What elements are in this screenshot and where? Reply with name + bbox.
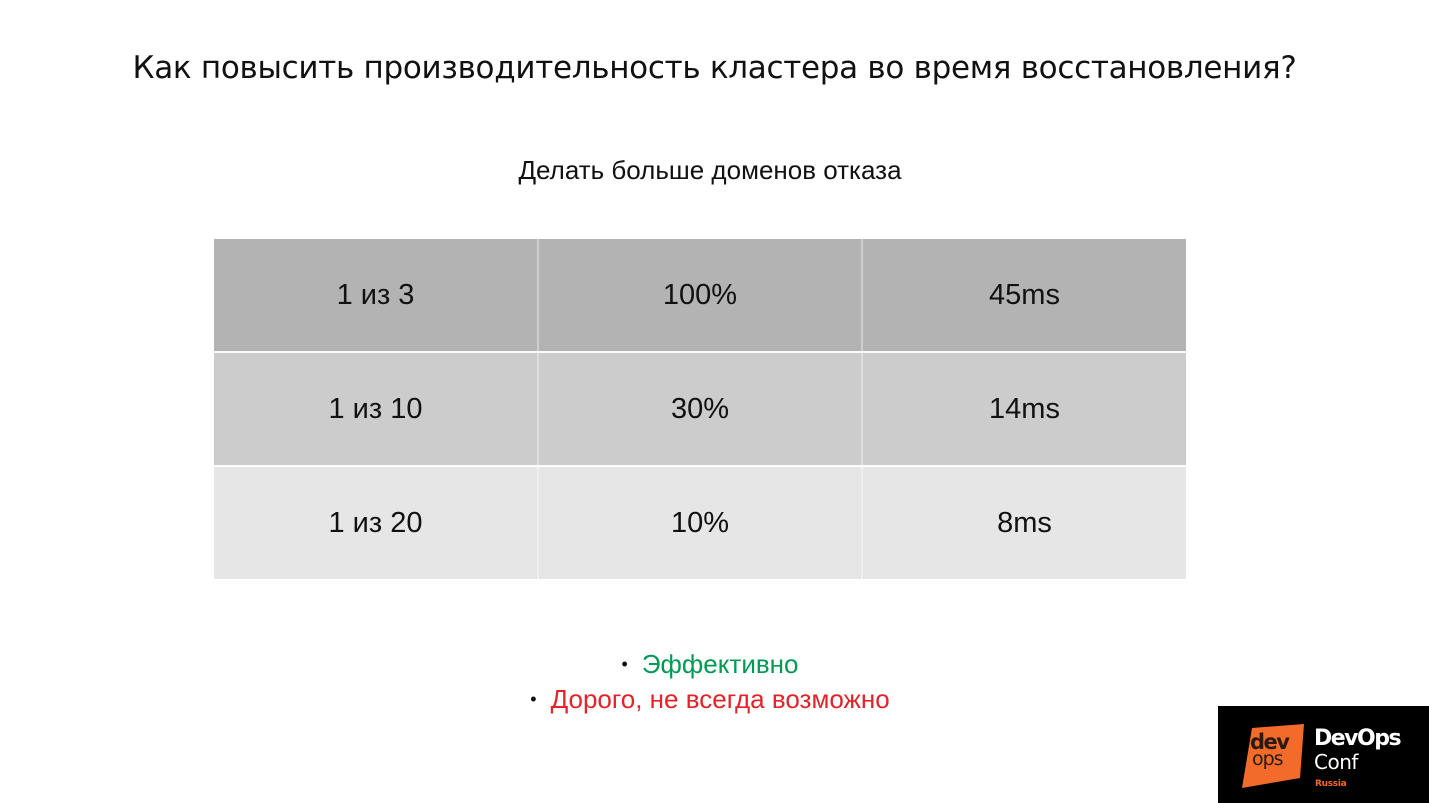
table-cell-percent: 30% bbox=[538, 352, 863, 467]
table-row: 1 из 10 30% 14ms bbox=[214, 352, 1186, 467]
table-cell-domains: 1 из 10 bbox=[214, 352, 539, 467]
table-row: 1 из 3 100% 45ms bbox=[214, 239, 1186, 353]
failure-domain-table: 1 из 3 100% 45ms 1 из 10 30% 14ms 1 из 2… bbox=[214, 239, 1186, 579]
logo-conf: Conf bbox=[1314, 750, 1358, 774]
bullet-text-expensive: Дорого, не всегда возможно bbox=[550, 684, 890, 714]
slide-title: Как повысить производительность кластера… bbox=[132, 50, 1297, 86]
logo-mark-ops: ops bbox=[1252, 748, 1284, 770]
bullet-marker: • bbox=[530, 689, 537, 709]
table-cell-percent: 10% bbox=[538, 466, 863, 579]
bullet-marker: • bbox=[621, 654, 628, 674]
logo-region: Russia bbox=[1315, 779, 1347, 789]
bullet-item-bad: • Дорого, не всегда возможно bbox=[0, 682, 1420, 717]
table-cell-latency: 14ms bbox=[862, 352, 1186, 467]
logo-name: DevOps bbox=[1314, 726, 1402, 751]
bullet-text-effective: Эффективно bbox=[641, 649, 799, 679]
slide-subtitle: Делать больше доменов отказа bbox=[518, 155, 902, 185]
bullet-item-good: • Эффективно bbox=[0, 647, 1420, 682]
table-cell-latency: 8ms bbox=[862, 466, 1186, 579]
table-cell-domains: 1 из 3 bbox=[214, 239, 539, 353]
table-row: 1 из 20 10% 8ms bbox=[214, 466, 1186, 579]
table-cell-domains: 1 из 20 bbox=[214, 466, 539, 579]
devopsconf-logo: dev ops DevOps Conf Russia bbox=[1218, 706, 1429, 803]
table-cell-latency: 45ms bbox=[862, 239, 1186, 353]
table-cell-percent: 100% bbox=[538, 239, 863, 353]
bullet-list: • Эффективно • Дорого, не всегда возможно bbox=[0, 647, 1420, 717]
